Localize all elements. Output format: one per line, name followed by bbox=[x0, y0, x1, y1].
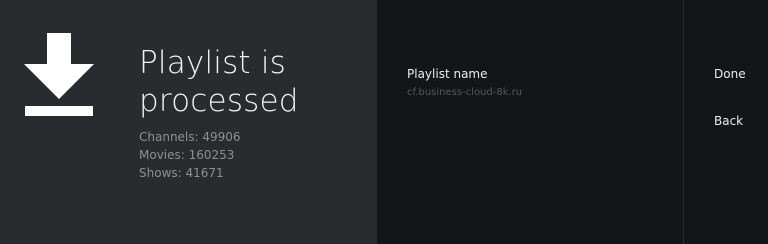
back-button[interactable]: Back bbox=[714, 113, 743, 129]
download-icon bbox=[24, 33, 94, 116]
page-title: Playlist is processed bbox=[139, 44, 299, 120]
playlist-name-label: Playlist name bbox=[407, 67, 488, 81]
status-panel: Playlist is processed Channels: 49906 Mo… bbox=[0, 0, 377, 244]
playlist-processed-screen: Playlist is processed Channels: 49906 Mo… bbox=[0, 0, 768, 244]
playlist-name-value: cf.business-cloud-8k.ru bbox=[407, 87, 523, 98]
playlist-details-panel: Playlist name cf.business-cloud-8k.ru bbox=[377, 0, 683, 244]
title-line-2: processed bbox=[139, 83, 299, 119]
title-line-1: Playlist is bbox=[139, 45, 286, 81]
playlist-stats: Channels: 49906 Movies: 160253 Shows: 41… bbox=[139, 128, 241, 182]
actions-panel: Done Back bbox=[684, 0, 768, 244]
channels-count: Channels: 49906 bbox=[139, 130, 241, 144]
shows-count: Shows: 41671 bbox=[139, 166, 224, 180]
done-button[interactable]: Done bbox=[714, 66, 746, 82]
movies-count: Movies: 160253 bbox=[139, 148, 235, 162]
